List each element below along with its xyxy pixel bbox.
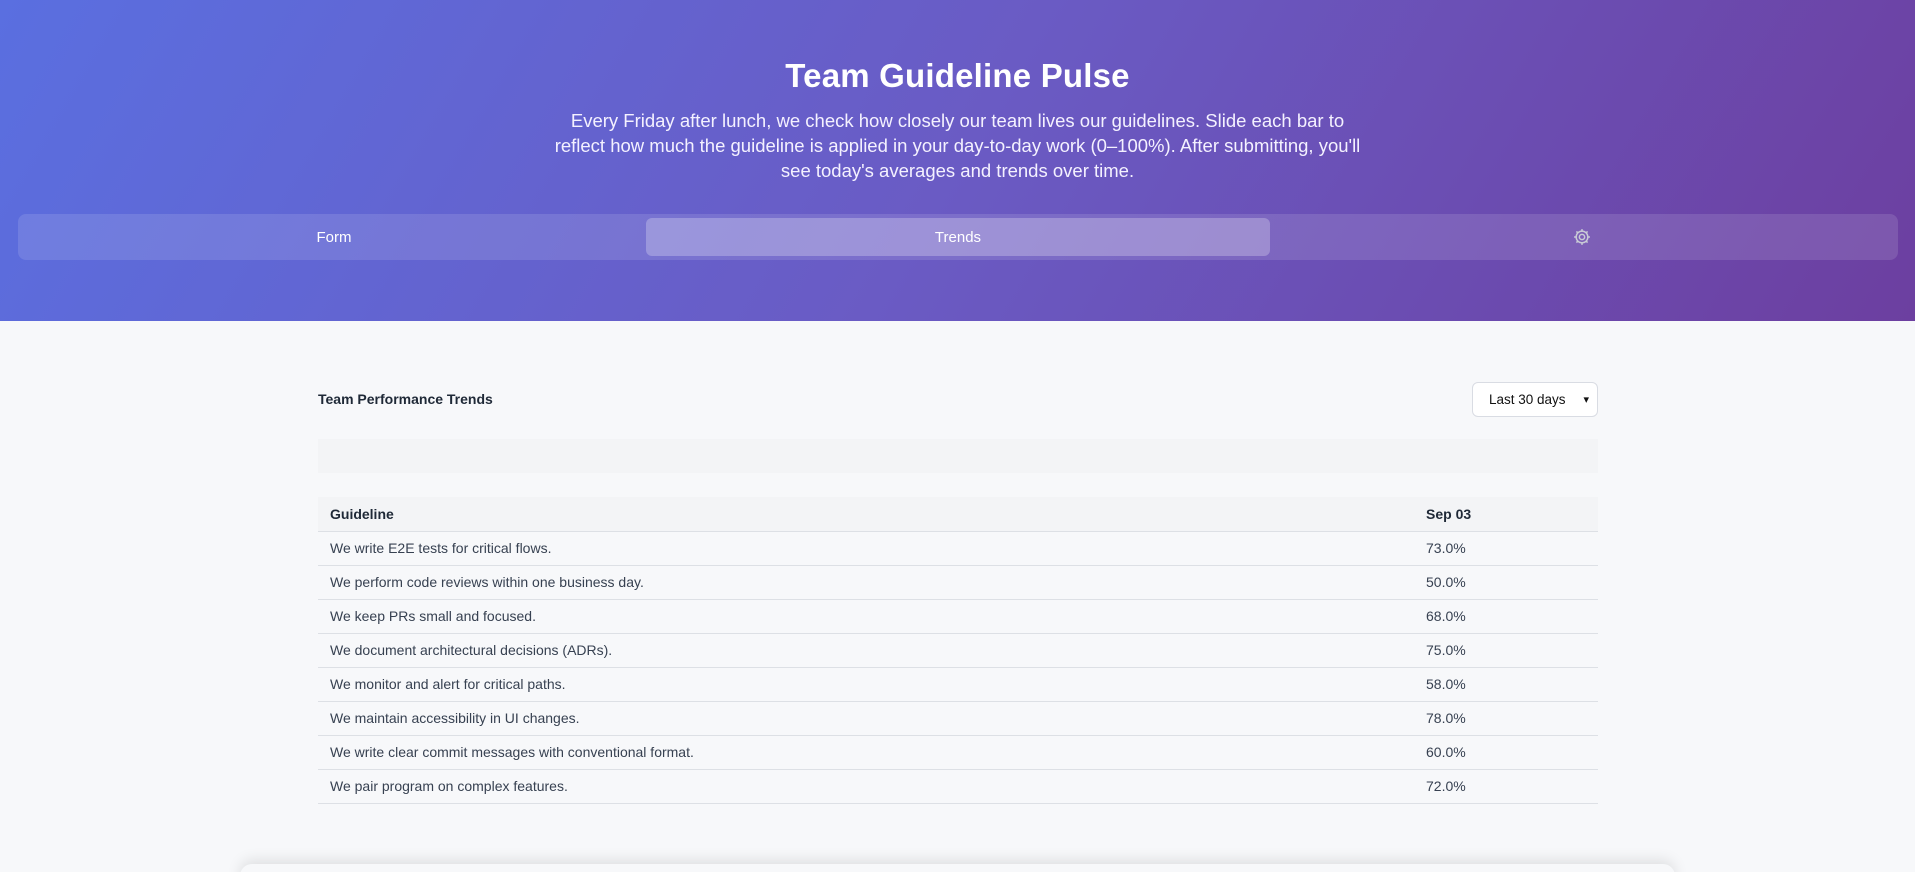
tab-settings[interactable] bbox=[1270, 218, 1894, 256]
gear-icon bbox=[1574, 229, 1590, 245]
chevron-down-icon: ▾ bbox=[1583, 394, 1589, 406]
table-row: We keep PRs small and focused. 68.0% bbox=[318, 599, 1598, 634]
guideline-cell: We perform code reviews within one busin… bbox=[318, 565, 1414, 600]
trends-table: Guideline Sep 03 We write E2E tests for … bbox=[318, 497, 1598, 804]
header: Team Guideline Pulse Every Friday after … bbox=[0, 0, 1915, 321]
chart-area bbox=[318, 439, 1598, 473]
tab-bar: Form Trends bbox=[18, 214, 1898, 260]
table-header-row: Guideline Sep 03 bbox=[318, 497, 1598, 532]
table-row: We write E2E tests for critical flows. 7… bbox=[318, 531, 1598, 566]
page-subtitle: Every Friday after lunch, we check how c… bbox=[554, 110, 1361, 181]
guideline-cell: We maintain accessibility in UI changes. bbox=[318, 701, 1414, 736]
bottom-panel-edge bbox=[240, 864, 1675, 872]
table-row: We document architectural decisions (ADR… bbox=[318, 633, 1598, 668]
score-cell: 68.0% bbox=[1414, 599, 1598, 634]
table-row: We perform code reviews within one busin… bbox=[318, 565, 1598, 600]
table-row: We pair program on complex features. 72.… bbox=[318, 769, 1598, 804]
tab-trends[interactable]: Trends bbox=[646, 218, 1270, 256]
score-cell: 72.0% bbox=[1414, 769, 1598, 804]
table-row: We monitor and alert for critical paths.… bbox=[318, 667, 1598, 702]
header-guideline: Guideline bbox=[318, 497, 1414, 532]
guideline-cell: We document architectural decisions (ADR… bbox=[318, 633, 1414, 668]
tab-form[interactable]: Form bbox=[22, 218, 646, 256]
guideline-cell: We write E2E tests for critical flows. bbox=[318, 531, 1414, 566]
range-select-value: Last 30 days bbox=[1489, 392, 1566, 407]
score-cell: 75.0% bbox=[1414, 633, 1598, 668]
guideline-cell: We pair program on complex features. bbox=[318, 769, 1414, 804]
score-cell: 60.0% bbox=[1414, 735, 1598, 770]
score-cell: 78.0% bbox=[1414, 701, 1598, 736]
table-row: We write clear commit messages with conv… bbox=[318, 735, 1598, 770]
table-row: We maintain accessibility in UI changes.… bbox=[318, 701, 1598, 736]
guideline-cell: We keep PRs small and focused. bbox=[318, 599, 1414, 634]
score-cell: 73.0% bbox=[1414, 531, 1598, 566]
page-title: Team Guideline Pulse bbox=[785, 57, 1130, 94]
trends-title: Team Performance Trends bbox=[318, 391, 493, 407]
range-select[interactable]: Last 30 days ▾ bbox=[1472, 382, 1598, 417]
guideline-cell: We monitor and alert for critical paths. bbox=[318, 667, 1414, 702]
header-date: Sep 03 bbox=[1414, 497, 1598, 532]
score-cell: 58.0% bbox=[1414, 667, 1598, 702]
score-cell: 50.0% bbox=[1414, 565, 1598, 600]
guideline-cell: We write clear commit messages with conv… bbox=[318, 735, 1414, 770]
